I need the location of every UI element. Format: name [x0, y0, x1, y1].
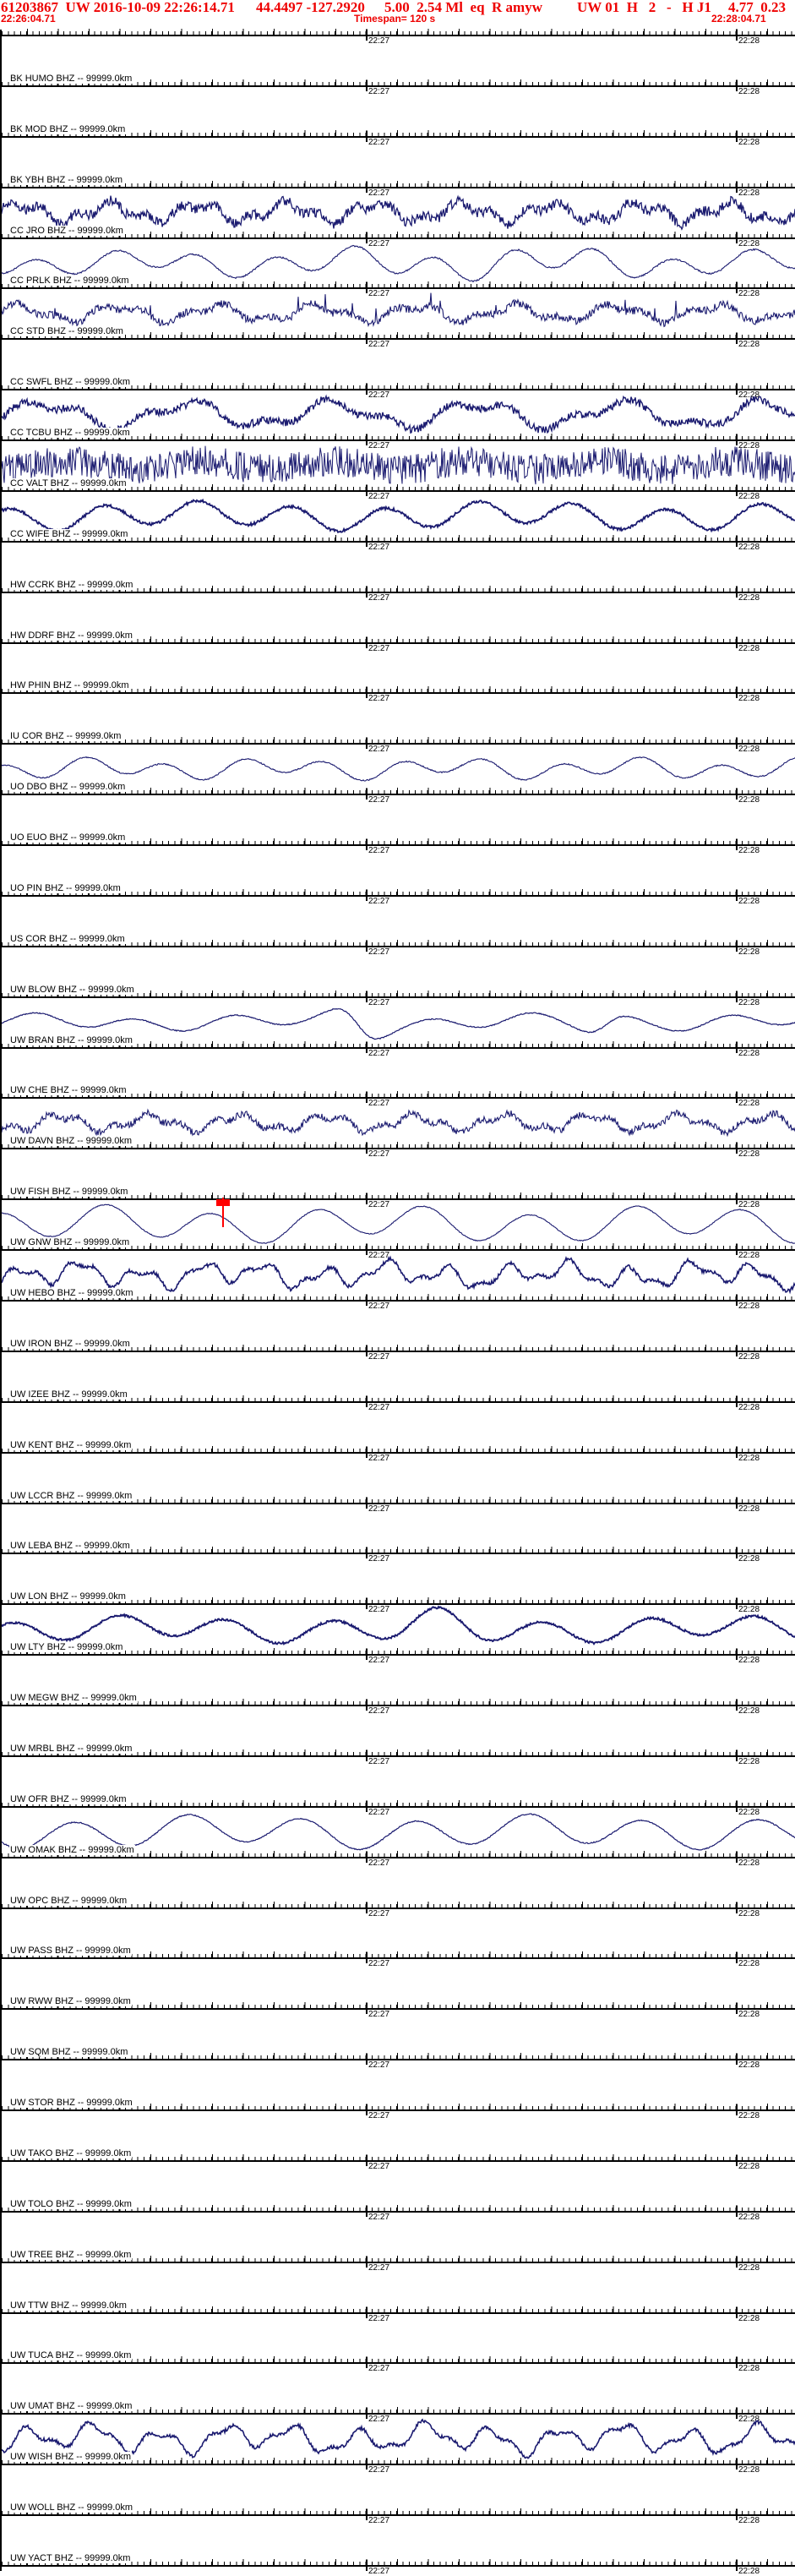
station-label-UW-OPC[interactable]: UW OPC BHZ -- 99999.0km [9, 1895, 128, 1906]
window-end-time: 22:28:04.71 [711, 13, 766, 25]
timespan-label: Timespan= 120 s [354, 13, 436, 25]
station-label-UW-CHE[interactable]: UW CHE BHZ -- 99999.0km [9, 1085, 128, 1096]
station-label-UW-MRBL[interactable]: UW MRBL BHZ -- 99999.0km [9, 1743, 133, 1754]
station-label-CC-PRLK[interactable]: CC PRLK BHZ -- 99999.0km [9, 276, 130, 287]
station-label-UW-HEBO[interactable]: UW HEBO BHZ -- 99999.0km [9, 1288, 134, 1298]
station-label-UO-DBO[interactable]: UO DBO BHZ -- 99999.0km [9, 782, 127, 793]
event-summary-segment-1: 44.4497 -127.2920 [256, 0, 365, 15]
station-label-UW-FISH[interactable]: UW FISH BHZ -- 99999.0km [9, 1187, 129, 1198]
station-label-BK-YBH[interactable]: BK YBH BHZ -- 99999.0km [9, 174, 124, 185]
station-label-UW-LON[interactable]: UW LON BHZ -- 99999.0km [9, 1591, 127, 1602]
station-label-UW-PASS[interactable]: UW PASS BHZ -- 99999.0km [9, 1946, 132, 1957]
station-label-UW-OMAK[interactable]: UW OMAK BHZ -- 99999.0km [9, 1844, 135, 1855]
station-label-CC-SWFL[interactable]: CC SWFL BHZ -- 99999.0km [9, 377, 132, 388]
station-label-IU-COR[interactable]: IU COR BHZ -- 99999.0km [9, 731, 123, 742]
station-label-CC-TCBU[interactable]: CC TCBU BHZ -- 99999.0km [9, 428, 131, 439]
station-label-UW-GNW[interactable]: UW GNW BHZ -- 99999.0km [9, 1237, 131, 1248]
tick-marks-0 [0, 29, 795, 35]
station-label-HW-CCRK[interactable]: HW CCRK BHZ -- 99999.0km [9, 579, 134, 590]
station-label-UW-RWW[interactable]: UW RWW BHZ -- 99999.0km [9, 1996, 132, 2007]
station-label-UW-IZEE[interactable]: UW IZEE BHZ -- 99999.0km [9, 1389, 128, 1400]
minute-tick-50 [736, 2560, 738, 2571]
station-label-HW-PHIN[interactable]: HW PHIN BHZ -- 99999.0km [9, 680, 130, 691]
station-label-UW-WOLL[interactable]: UW WOLL BHZ -- 99999.0km [9, 2502, 134, 2513]
event-summary-segment-3: UW 01 H 2 - H J1 [577, 0, 711, 15]
station-label-UW-MEGW[interactable]: UW MEGW BHZ -- 99999.0km [9, 1693, 138, 1704]
station-label-UW-YACT[interactable]: UW YACT BHZ -- 99999.0km [9, 2553, 132, 2563]
station-label-UW-BLOW[interactable]: UW BLOW BHZ -- 99999.0km [9, 984, 135, 995]
station-label-UO-PIN[interactable]: UO PIN BHZ -- 99999.0km [9, 882, 122, 893]
station-label-CC-STD[interactable]: CC STD BHZ -- 99999.0km [9, 326, 124, 337]
station-label-UW-TREE[interactable]: UW TREE BHZ -- 99999.0km [9, 2249, 133, 2260]
station-label-UW-OFR[interactable]: UW OFR BHZ -- 99999.0km [9, 1793, 128, 1804]
station-label-UW-WISH[interactable]: UW WISH BHZ -- 99999.0km [9, 2452, 133, 2463]
station-label-BK-MOD[interactable]: BK MOD BHZ -- 99999.0km [9, 123, 127, 134]
station-label-CC-WIFE[interactable]: CC WIFE BHZ -- 99999.0km [9, 528, 129, 539]
station-label-UW-IRON[interactable]: UW IRON BHZ -- 99999.0km [9, 1338, 131, 1349]
station-label-UW-KENT[interactable]: UW KENT BHZ -- 99999.0km [9, 1439, 133, 1450]
station-label-UW-UMAT[interactable]: UW UMAT BHZ -- 99999.0km [9, 2401, 133, 2412]
station-label-UW-LTY[interactable]: UW LTY BHZ -- 99999.0km [9, 1642, 124, 1653]
station-label-UO-EUO[interactable]: UO EUO BHZ -- 99999.0km [9, 832, 127, 843]
station-label-UW-DAVN[interactable]: UW DAVN BHZ -- 99999.0km [9, 1136, 133, 1147]
station-label-UW-TTW[interactable]: UW TTW BHZ -- 99999.0km [9, 2300, 128, 2311]
phase-pick-line[interactable] [222, 1198, 224, 1227]
station-label-CC-VALT[interactable]: CC VALT BHZ -- 99999.0km [9, 478, 128, 488]
station-label-CC-JRO[interactable]: CC JRO BHZ -- 99999.0km [9, 225, 124, 236]
station-label-UW-TUCA[interactable]: UW TUCA BHZ -- 99999.0km [9, 2350, 133, 2361]
station-label-UW-STOR[interactable]: UW STOR BHZ -- 99999.0km [9, 2098, 133, 2109]
station-label-UW-LEBA[interactable]: UW LEBA BHZ -- 99999.0km [9, 1541, 131, 1552]
window-start-time: 22:26:04.71 [1, 13, 56, 25]
seismic-analysis-window: 61203867 UW 2016-10-09 22:26:14.71 44.449… [0, 0, 795, 2576]
station-label-HW-DDRF[interactable]: HW DDRF BHZ -- 99999.0km [9, 630, 133, 641]
station-label-UW-TOLO[interactable]: UW TOLO BHZ -- 99999.0km [9, 2198, 133, 2209]
station-label-UW-LCCR[interactable]: UW LCCR BHZ -- 99999.0km [9, 1490, 133, 1501]
plot-left-border [0, 35, 2, 2569]
station-label-UW-TAKO[interactable]: UW TAKO BHZ -- 99999.0km [9, 2148, 133, 2158]
minute-tick-50 [366, 2560, 368, 2571]
station-label-UW-BRAN[interactable]: UW BRAN BHZ -- 99999.0km [9, 1034, 133, 1045]
station-label-BK-HUMO[interactable]: BK HUMO BHZ -- 99999.0km [9, 73, 133, 84]
station-label-UW-SQM[interactable]: UW SQM BHZ -- 99999.0km [9, 2047, 129, 2058]
time-axis-line-50 [0, 2565, 795, 2567]
station-label-US-COR[interactable]: US COR BHZ -- 99999.0km [9, 933, 126, 944]
